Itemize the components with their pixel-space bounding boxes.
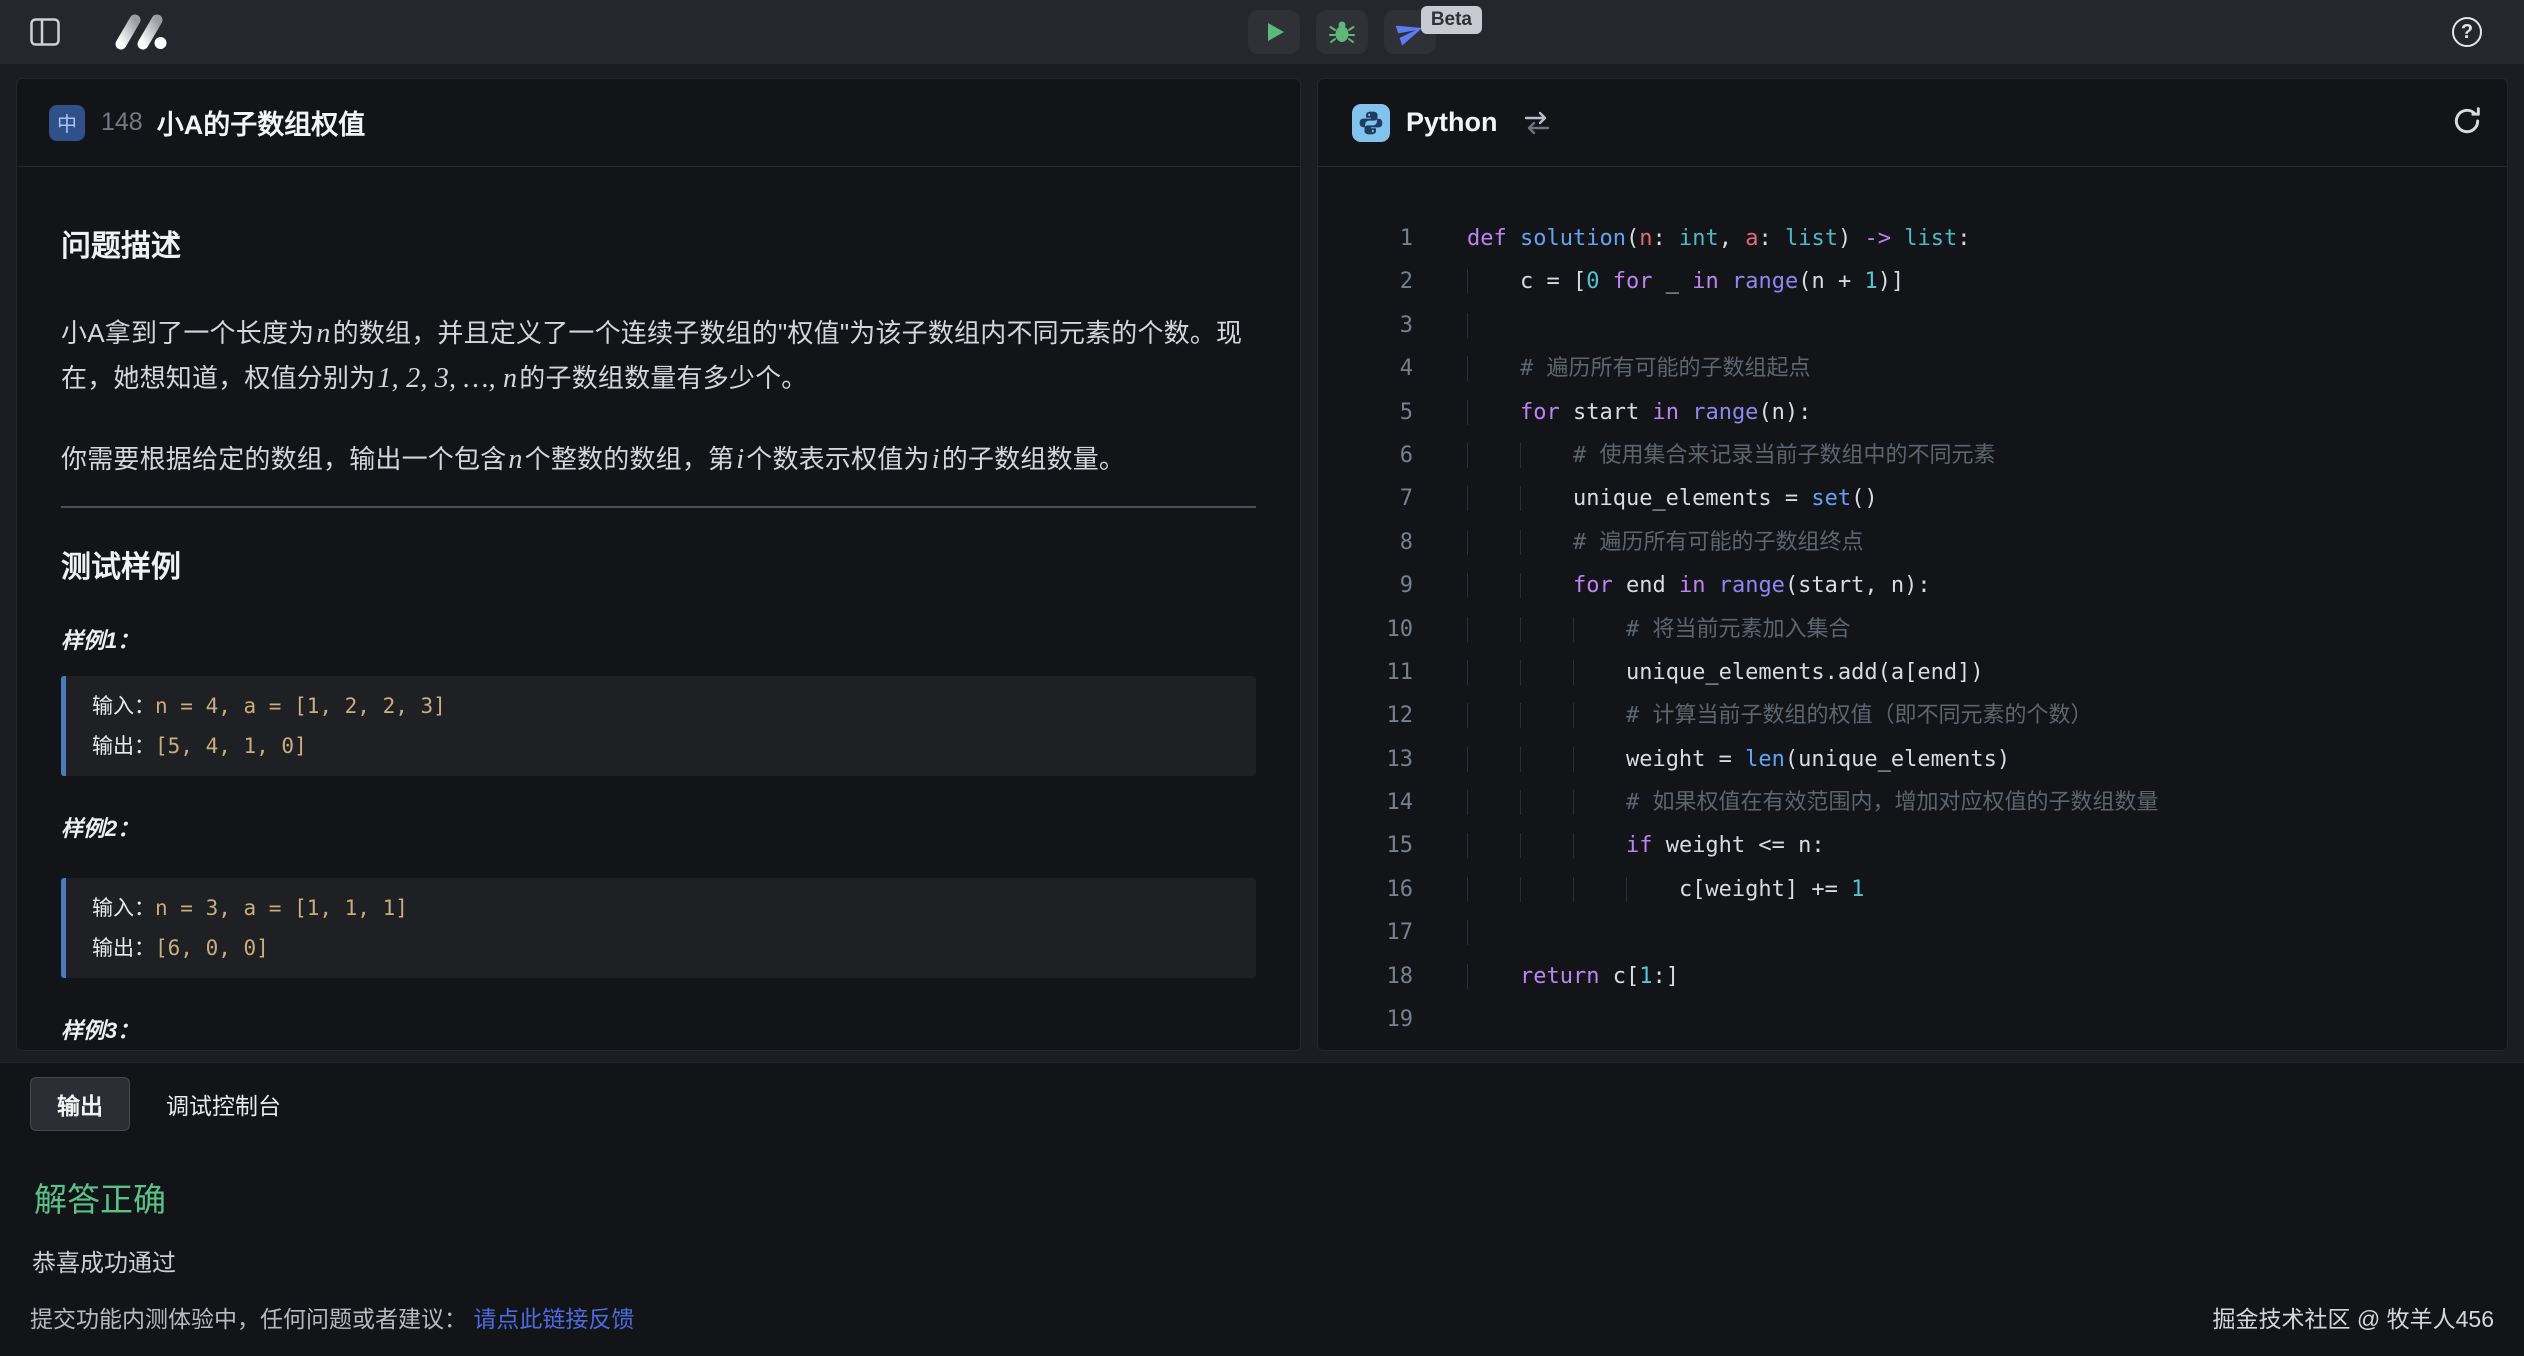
problem-header: 中 148 小A的子数组权值 bbox=[17, 79, 1300, 167]
python-icon bbox=[1352, 104, 1390, 142]
samples-heading: 测试样例 bbox=[61, 548, 1256, 588]
tab-debug-console[interactable]: 调试控制台 bbox=[160, 1078, 287, 1130]
problem-description: 问题描述 小A拿到了一个长度为n的数组，并且定义了一个连续子数组的"权值"为该子… bbox=[17, 167, 1300, 1051]
line-number: 4 bbox=[1318, 347, 1413, 390]
line-number: 18 bbox=[1318, 955, 1413, 998]
divider bbox=[61, 506, 1256, 508]
editor-panel: Python 1234567891011121314151617181920 d… bbox=[1317, 78, 2508, 1051]
code-line[interactable]: # 使用集合来记录当前子数组中的不同元素 bbox=[1467, 434, 2158, 477]
code-line[interactable]: def solution(n: int, a: list) -> list: bbox=[1467, 217, 2158, 260]
sample-2-output: 输出：[6, 0, 0] bbox=[92, 928, 1230, 968]
sample-1-input: 输入：n = 4, a = [1, 2, 2, 3] bbox=[92, 686, 1230, 726]
author-credit: 掘金技术社区 @ 牧羊人456 bbox=[2212, 1300, 2494, 1334]
code-line[interactable]: # 如果权值在有效范围内，增加对应权值的子数组数量 bbox=[1467, 781, 2158, 824]
sample-1-label: 样例1： bbox=[61, 628, 1256, 654]
help-icon[interactable]: ? bbox=[2452, 17, 2482, 47]
sample-3-label: 样例3： bbox=[61, 1018, 1256, 1044]
editor-header: Python bbox=[1318, 79, 2507, 167]
panel-toggle-icon[interactable] bbox=[30, 18, 60, 46]
feedback-link[interactable]: 请点此链接反馈 bbox=[473, 1306, 634, 1332]
logo[interactable] bbox=[112, 14, 170, 50]
sample-2-input: 输入：n = 3, a = [1, 1, 1] bbox=[92, 888, 1230, 928]
line-number: 16 bbox=[1318, 868, 1413, 911]
line-number: 1 bbox=[1318, 217, 1413, 260]
code-line[interactable]: return c[1:] bbox=[1467, 955, 2158, 998]
line-number: 13 bbox=[1318, 738, 1413, 781]
problem-id: 148 bbox=[101, 108, 143, 137]
code-line[interactable]: unique_elements.add(a[end]) bbox=[1467, 651, 2158, 694]
console-tabs: 输出 调试控制台 bbox=[0, 1063, 2524, 1131]
line-number: 20 bbox=[1318, 1041, 1413, 1051]
sample-2-block: 输入：n = 3, a = [1, 1, 1] 输出：[6, 0, 0] bbox=[61, 878, 1256, 978]
line-number: 3 bbox=[1318, 304, 1413, 347]
description-heading: 问题描述 bbox=[61, 227, 1256, 267]
problem-panel: 中 148 小A的子数组权值 问题描述 小A拿到了一个长度为n的数组，并且定义了… bbox=[16, 78, 1301, 1051]
console-panel: 输出 调试控制台 解答正确 恭喜成功通过 提交功能内测体验中，任何问题或者建议：… bbox=[0, 1062, 2524, 1356]
sample-2-label: 样例2： bbox=[61, 816, 1256, 842]
line-number: 10 bbox=[1318, 608, 1413, 651]
tab-output[interactable]: 输出 bbox=[30, 1077, 130, 1131]
topbar: Beta ? bbox=[0, 0, 2524, 64]
code-line[interactable]: if __name__ == '__main__': bbox=[1467, 1041, 2158, 1051]
code-line[interactable] bbox=[1467, 998, 2158, 1041]
toolbar-actions: Beta bbox=[1248, 10, 1436, 54]
code-line[interactable]: # 将当前元素加入集合 bbox=[1467, 608, 2158, 651]
bug-icon bbox=[1329, 19, 1355, 45]
line-number: 7 bbox=[1318, 477, 1413, 520]
code-lines: def solution(n: int, a: list) -> list: c… bbox=[1467, 217, 2158, 1051]
refresh-icon[interactable] bbox=[2451, 105, 2483, 137]
line-number: 6 bbox=[1318, 434, 1413, 477]
code-line[interactable]: # 计算当前子数组的权值（即不同元素的个数） bbox=[1467, 694, 2158, 737]
result-subtitle: 恭喜成功通过 bbox=[32, 1243, 2524, 1278]
line-number: 14 bbox=[1318, 781, 1413, 824]
line-number: 12 bbox=[1318, 694, 1413, 737]
code-line[interactable]: if weight <= n: bbox=[1467, 824, 2158, 867]
line-number: 15 bbox=[1318, 824, 1413, 867]
code-line[interactable]: c = [0 for _ in range(n + 1)] bbox=[1467, 260, 2158, 303]
code-line[interactable]: c[weight] += 1 bbox=[1467, 868, 2158, 911]
console-footer: 提交功能内测体验中，任何问题或者建议： 请点此链接反馈 掘金技术社区 @ 牧羊人… bbox=[30, 1300, 2494, 1334]
sample-1-block: 输入：n = 4, a = [1, 2, 2, 3] 输出：[5, 4, 1, … bbox=[61, 676, 1256, 776]
line-number: 19 bbox=[1318, 998, 1413, 1041]
beta-badge: Beta bbox=[1421, 6, 1482, 34]
feedback-note: 提交功能内测体验中，任何问题或者建议： 请点此链接反馈 bbox=[30, 1300, 634, 1334]
debug-button[interactable] bbox=[1316, 10, 1368, 54]
code-line[interactable]: # 遍历所有可能的子数组终点 bbox=[1467, 521, 2158, 564]
switch-language-icon[interactable] bbox=[1522, 111, 1552, 135]
line-number: 11 bbox=[1318, 651, 1413, 694]
code-editor[interactable]: 1234567891011121314151617181920 def solu… bbox=[1318, 167, 2507, 1051]
code-line[interactable]: for end in range(start, n): bbox=[1467, 564, 2158, 607]
problem-title: 小A的子数组权值 bbox=[157, 103, 366, 142]
code-line[interactable]: weight = len(unique_elements) bbox=[1467, 738, 2158, 781]
line-number: 8 bbox=[1318, 521, 1413, 564]
code-line[interactable] bbox=[1467, 911, 2158, 954]
code-line[interactable] bbox=[1467, 304, 2158, 347]
result-title: 解答正确 bbox=[34, 1173, 2524, 1221]
language-label: Python bbox=[1406, 107, 1498, 138]
code-line[interactable]: for start in range(n): bbox=[1467, 391, 2158, 434]
line-number: 9 bbox=[1318, 564, 1413, 607]
submit-button[interactable]: Beta bbox=[1384, 10, 1436, 54]
description-paragraph-1: 小A拿到了一个长度为n的数组，并且定义了一个连续子数组的"权值"为该子数组内不同… bbox=[61, 311, 1256, 401]
sample-1-output: 输出：[5, 4, 1, 0] bbox=[92, 726, 1230, 766]
line-number: 5 bbox=[1318, 391, 1413, 434]
difficulty-badge: 中 bbox=[49, 105, 85, 141]
line-number: 2 bbox=[1318, 260, 1413, 303]
code-line[interactable]: unique_elements = set() bbox=[1467, 477, 2158, 520]
line-number-gutter: 1234567891011121314151617181920 bbox=[1318, 217, 1413, 1051]
line-number: 17 bbox=[1318, 911, 1413, 954]
run-button[interactable] bbox=[1248, 10, 1300, 54]
play-icon bbox=[1262, 20, 1286, 44]
description-paragraph-2: 你需要根据给定的数组，输出一个包含n个整数的数组，第i个数表示权值为i的子数组数… bbox=[61, 437, 1256, 482]
code-line[interactable]: # 遍历所有可能的子数组起点 bbox=[1467, 347, 2158, 390]
